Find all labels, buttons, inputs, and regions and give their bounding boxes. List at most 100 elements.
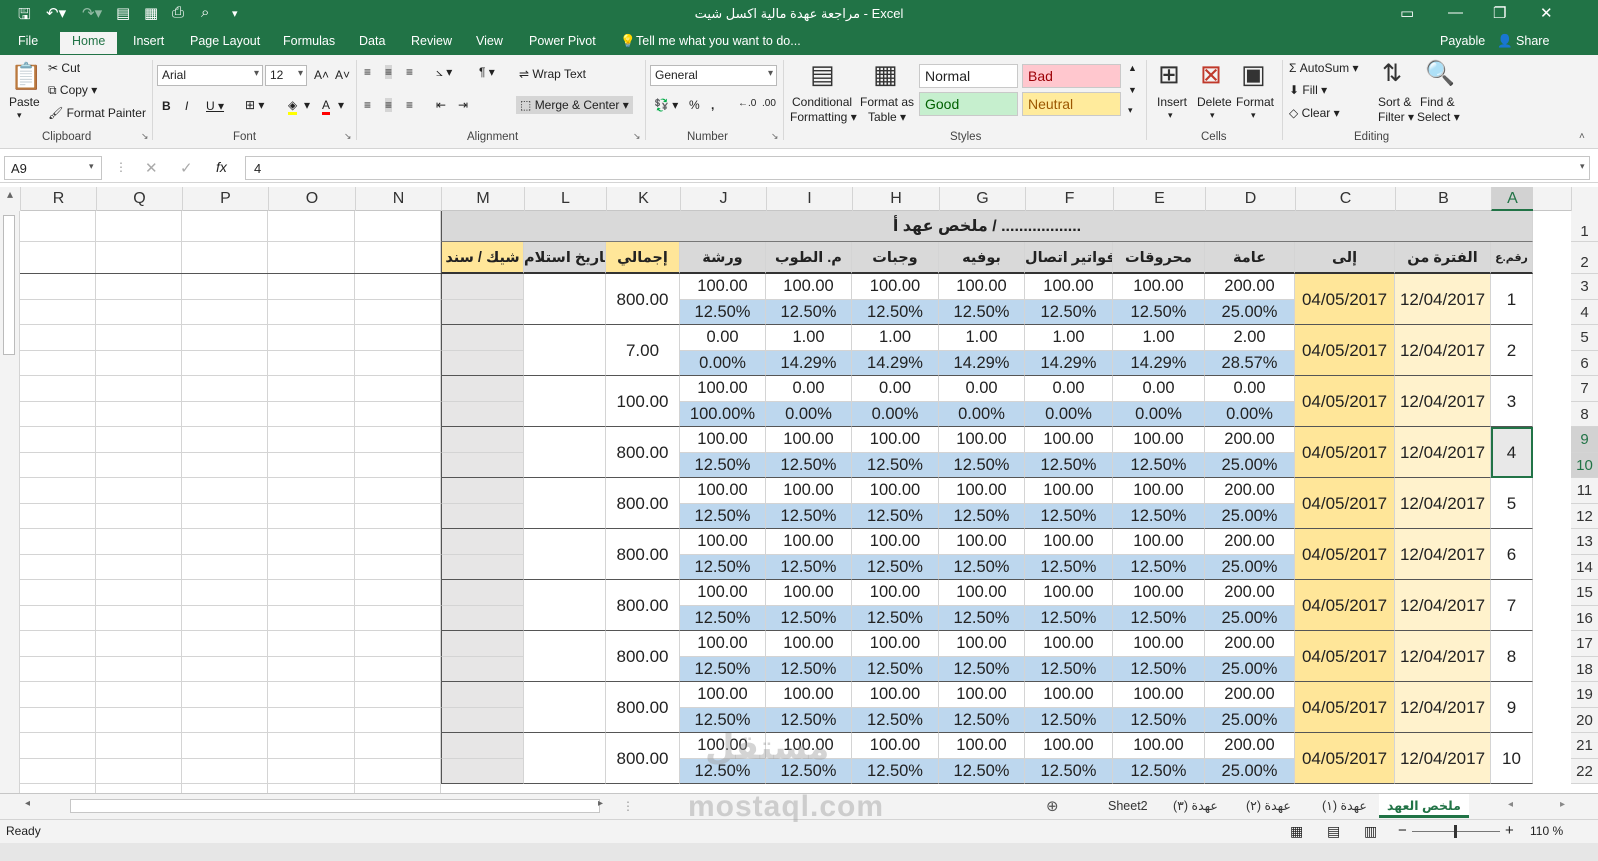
- value-cell-j[interactable]: 100.00: [680, 274, 766, 300]
- close-icon[interactable]: ✕: [1540, 4, 1553, 22]
- period-to-cell[interactable]: 04/05/2017: [1295, 325, 1395, 376]
- cheque-cell[interactable]: [441, 631, 524, 657]
- value-cell-f[interactable]: 100.00: [1025, 427, 1113, 453]
- value-cell-h[interactable]: 100.00: [852, 631, 939, 657]
- decrease-decimal-icon[interactable]: .00: [762, 98, 776, 109]
- header-cell-k[interactable]: إجمالي: [606, 242, 680, 274]
- horizontal-scrollbar[interactable]: [70, 799, 600, 813]
- percent-cell-i[interactable]: 12.50%: [766, 299, 852, 325]
- percent-cell-h[interactable]: 12.50%: [852, 503, 939, 529]
- style-neutral[interactable]: Neutral: [1022, 92, 1121, 116]
- italic-icon[interactable]: I: [185, 99, 188, 113]
- value-cell-h[interactable]: 100.00: [852, 274, 939, 300]
- row-header[interactable]: 19: [1571, 682, 1598, 708]
- find-select-button[interactable]: Find &: [1420, 95, 1455, 109]
- percent-icon[interactable]: %: [689, 98, 700, 112]
- clipboard-launcher-icon[interactable]: ↘: [141, 131, 149, 142]
- sheet-title-cell[interactable]: ملخص عهد أ / ..................: [441, 211, 1533, 242]
- page-layout-view-icon[interactable]: ▤: [1327, 823, 1340, 840]
- format-as-table-label2[interactable]: Table ▾: [868, 110, 906, 124]
- header-cell-b[interactable]: الفترة من: [1395, 242, 1491, 274]
- copy-button[interactable]: ⧉ Copy ▾: [48, 83, 97, 98]
- value-cell-j[interactable]: 100.00: [680, 478, 766, 504]
- value-cell-j[interactable]: 100.00: [680, 682, 766, 708]
- period-from-cell[interactable]: 12/04/2017: [1395, 682, 1491, 733]
- maximize-icon[interactable]: ❐: [1493, 4, 1506, 22]
- header-cell-e[interactable]: محروقات: [1113, 242, 1205, 274]
- conditional-formatting-icon[interactable]: ▤: [810, 59, 835, 90]
- percent-cell-h[interactable]: 12.50%: [852, 707, 939, 733]
- percent-cell-i[interactable]: 12.50%: [766, 452, 852, 478]
- value-cell-h[interactable]: 1.00: [852, 325, 939, 351]
- orientation-icon[interactable]: ⦣ ▾: [436, 65, 452, 80]
- percent-cell-g[interactable]: 12.50%: [939, 452, 1025, 478]
- font-name-select[interactable]: Arial: [157, 65, 263, 86]
- row-number-cell[interactable]: 8: [1491, 631, 1533, 682]
- ribbon-display-icon[interactable]: ▭: [1400, 4, 1414, 22]
- row-header[interactable]: 9: [1571, 427, 1598, 453]
- tab-page-layout[interactable]: Page Layout: [190, 34, 260, 48]
- value-cell-d[interactable]: 200.00: [1205, 478, 1295, 504]
- row-number-cell[interactable]: 2: [1491, 325, 1533, 376]
- borders-icon[interactable]: ⊞ ▾: [245, 98, 264, 112]
- paste-button[interactable]: Paste: [9, 95, 40, 109]
- row-number-cell[interactable]: 7: [1491, 580, 1533, 631]
- style-bad[interactable]: Bad: [1022, 64, 1121, 88]
- receipt-date-cell[interactable]: [524, 682, 606, 733]
- value-cell-i[interactable]: 100.00: [766, 580, 852, 606]
- value-cell-g[interactable]: 1.00: [939, 325, 1025, 351]
- format-as-table-button[interactable]: Format as: [860, 95, 914, 109]
- percent-cell-g[interactable]: 12.50%: [939, 503, 1025, 529]
- header-cell-j[interactable]: ورشة: [680, 242, 766, 274]
- column-header-k[interactable]: K: [606, 187, 680, 211]
- value-cell-j[interactable]: 0.00: [680, 325, 766, 351]
- value-cell-g[interactable]: 100.00: [939, 274, 1025, 300]
- percent-cell-d[interactable]: 0.00%: [1205, 401, 1295, 427]
- column-header-a[interactable]: A: [1491, 187, 1533, 211]
- value-cell-h[interactable]: 0.00: [852, 376, 939, 402]
- percent-cell-e[interactable]: 12.50%: [1113, 299, 1205, 325]
- tab-power-pivot[interactable]: Power Pivot: [529, 34, 596, 48]
- clear-button[interactable]: ◇ Clear ▾: [1289, 106, 1340, 120]
- percent-cell-f[interactable]: 12.50%: [1025, 503, 1113, 529]
- row-header[interactable]: 13: [1571, 529, 1598, 555]
- cheque-cell[interactable]: [441, 401, 524, 427]
- row-header[interactable]: 20: [1571, 707, 1598, 733]
- fill-color-dropdown-icon[interactable]: ▾: [304, 98, 310, 112]
- percent-cell-h[interactable]: 12.50%: [852, 656, 939, 682]
- period-from-cell[interactable]: 12/04/2017: [1395, 274, 1491, 325]
- value-cell-h[interactable]: 100.00: [852, 427, 939, 453]
- percent-cell-f[interactable]: 0.00%: [1025, 401, 1113, 427]
- wrap-text-button[interactable]: ⇌ Wrap Text: [519, 67, 586, 81]
- percent-cell-d[interactable]: 25.00%: [1205, 605, 1295, 631]
- percent-cell-i[interactable]: 12.50%: [766, 503, 852, 529]
- sheet-tab-summary[interactable]: ملخص العهد: [1379, 794, 1469, 818]
- delete-cells-button[interactable]: Delete: [1197, 95, 1232, 109]
- total-cell[interactable]: 7.00: [606, 325, 680, 376]
- number-launcher-icon[interactable]: ↘: [771, 131, 779, 142]
- styles-scroll-up-icon[interactable]: ▲: [1128, 63, 1137, 73]
- percent-cell-d[interactable]: 25.00%: [1205, 758, 1295, 784]
- total-cell[interactable]: 800.00: [606, 478, 680, 529]
- percent-cell-f[interactable]: 12.50%: [1025, 554, 1113, 580]
- column-header-e[interactable]: E: [1113, 187, 1205, 211]
- value-cell-g[interactable]: 100.00: [939, 631, 1025, 657]
- column-header-g[interactable]: G: [939, 187, 1025, 211]
- percent-cell-f[interactable]: 12.50%: [1025, 452, 1113, 478]
- percent-cell-j[interactable]: 0.00%: [680, 350, 766, 376]
- percent-cell-h[interactable]: 12.50%: [852, 605, 939, 631]
- value-cell-d[interactable]: 200.00: [1205, 682, 1295, 708]
- value-cell-j[interactable]: 100.00: [680, 631, 766, 657]
- receipt-date-cell[interactable]: [524, 376, 606, 427]
- row-header[interactable]: 1: [1571, 211, 1598, 242]
- percent-cell-d[interactable]: 25.00%: [1205, 452, 1295, 478]
- cheque-cell[interactable]: [441, 605, 524, 631]
- value-cell-d[interactable]: 2.00: [1205, 325, 1295, 351]
- alignment-launcher-icon[interactable]: ↘: [633, 131, 641, 142]
- period-to-cell[interactable]: 04/05/2017: [1295, 478, 1395, 529]
- styles-more-icon[interactable]: ▾: [1128, 105, 1133, 116]
- period-from-cell[interactable]: 12/04/2017: [1395, 631, 1491, 682]
- confirm-entry-icon[interactable]: ✓: [180, 159, 193, 177]
- font-color-dropdown-icon[interactable]: ▾: [338, 98, 344, 112]
- cheque-cell[interactable]: [441, 478, 524, 504]
